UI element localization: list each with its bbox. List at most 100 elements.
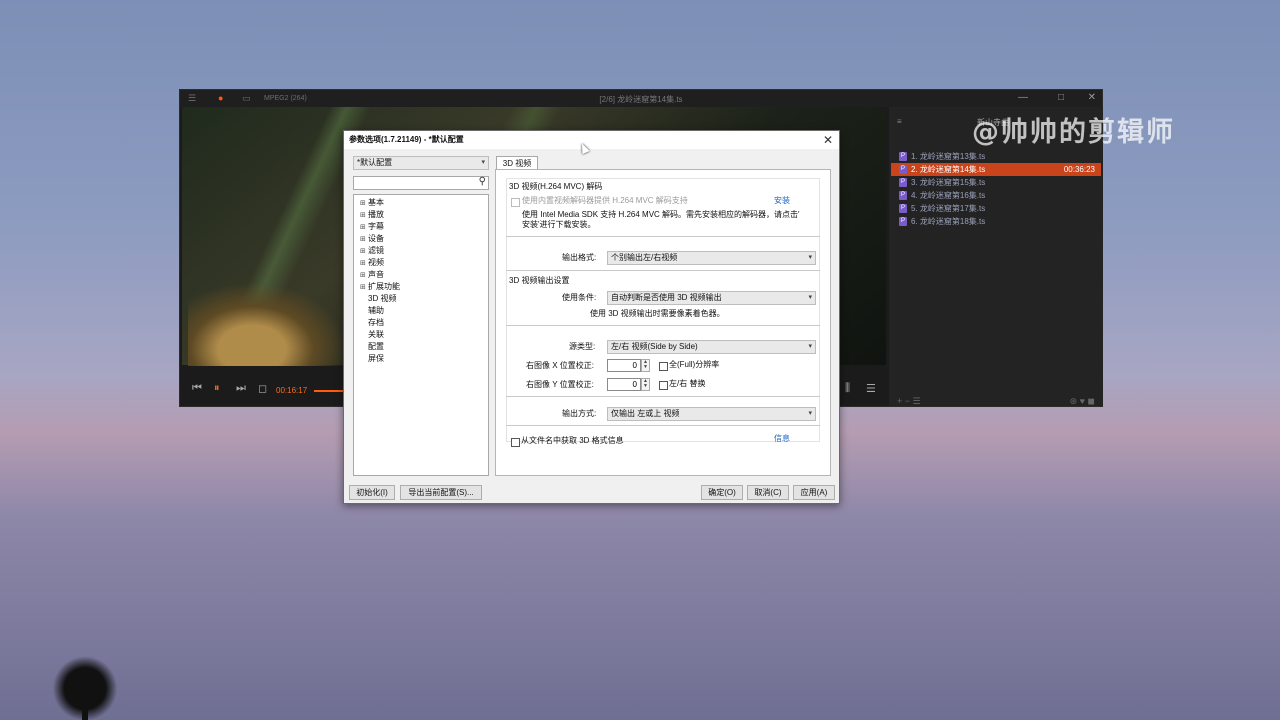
player-title: [2/6] 龙岭迷窟第14集.ts bbox=[599, 95, 683, 104]
playlist-items: P 1. 龙岭迷窟第13集.ts P 2. 龙岭迷窟第14集.ts 00:36:23 … bbox=[891, 150, 1101, 228]
stop-icon[interactable]: ◻ bbox=[258, 382, 267, 395]
list-item-label: 1. 龙岭迷窟第13集.ts bbox=[911, 152, 986, 161]
divider bbox=[506, 396, 820, 397]
right-x-stepper[interactable]: ▲ ▼ bbox=[641, 359, 650, 372]
source-type-label: 源类型: bbox=[569, 342, 596, 351]
list-item-label: 6. 龙岭迷窟第18集.ts bbox=[911, 217, 986, 226]
dialog-titlebar: 参数选项(1.7.21149) - *默认配置 ✕ bbox=[344, 131, 839, 149]
tree-item-association[interactable]: 关联 bbox=[360, 329, 384, 341]
video-figure bbox=[188, 282, 348, 366]
output-format-value: 个别输出左/右视频 bbox=[611, 253, 678, 262]
playlist-panel: ≡ 新山寺曲 P 1. 龙岭迷窟第13集.ts P 2. 龙岭迷窟第14集.ts 00… bbox=[889, 107, 1103, 406]
section-title: 3D 视频(H.264 MVC) 解码 bbox=[509, 182, 603, 191]
use-builtin-checkbox[interactable] bbox=[511, 198, 520, 207]
list-item[interactable]: P 2. 龙岭迷窟第14集.ts 00:36:23 bbox=[891, 163, 1101, 176]
tree-trunk bbox=[82, 690, 88, 720]
tree-item-archive[interactable]: 存档 bbox=[360, 317, 384, 329]
chevron-down-icon: ▾ bbox=[808, 254, 812, 261]
info-link[interactable]: 信息 bbox=[774, 434, 790, 444]
tree-item-3d-video[interactable]: 3D 视频 bbox=[360, 293, 396, 305]
list-item-label: 5. 龙岭迷窟第17集.ts bbox=[911, 204, 986, 213]
tree-item-config[interactable]: 配置 bbox=[360, 341, 384, 353]
use-condition-label: 使用条件: bbox=[562, 293, 597, 302]
right-y-stepper[interactable]: ▲ ▼ bbox=[641, 378, 650, 391]
intel-note-line2: 安装'进行下载安装。 bbox=[522, 220, 596, 229]
source-type-value: 左/右 视频(Side by Side) bbox=[611, 342, 698, 351]
current-time: 00:16:17 bbox=[276, 386, 308, 395]
settings-page: 3D 视频(H.264 MVC) 解码 使用内置视频解码器提供 H.264 MV… bbox=[495, 169, 831, 476]
previous-icon[interactable]: ⏮ bbox=[192, 382, 202, 395]
tree-item-assist[interactable]: 辅助 bbox=[360, 305, 384, 317]
list-item-label: 4. 龙岭迷窟第16集.ts bbox=[911, 191, 986, 200]
tree-item-screensaver[interactable]: 屏保 bbox=[360, 353, 384, 365]
install-link[interactable]: 安装 bbox=[774, 196, 790, 206]
profile-select[interactable]: *默认配置 ▾ bbox=[353, 156, 489, 170]
output-method-value: 仅输出 左或上 视频 bbox=[611, 409, 680, 418]
playlist-footer-icons[interactable]: ⊛ ♥ ◼ bbox=[1070, 396, 1095, 407]
tab-3d-video[interactable]: 3D 视频 bbox=[496, 156, 538, 170]
init-button[interactable]: 初始化(I) bbox=[349, 485, 395, 500]
cancel-button[interactable]: 取消(C) bbox=[747, 485, 789, 500]
playlist-header[interactable]: ≡ bbox=[897, 117, 902, 126]
equalizer-icon[interactable]: ⫼ bbox=[845, 382, 850, 395]
from-filename-checkbox[interactable] bbox=[511, 438, 520, 447]
right-x-input[interactable]: 0 bbox=[607, 359, 641, 372]
swap-lr-label: 左/右 替换 bbox=[669, 379, 706, 388]
chevron-down-icon: ▾ bbox=[808, 410, 812, 417]
next-icon[interactable]: ⏭ bbox=[236, 382, 246, 395]
search-input[interactable]: ⚲ bbox=[353, 176, 489, 190]
output-method-label: 输出方式: bbox=[562, 409, 597, 418]
player-titlebar: ☰ ● ▭ MPEG2 (264) [2/6] 龙岭迷窟第14集.ts — □ … bbox=[180, 90, 1102, 107]
close-icon[interactable]: ✕ bbox=[823, 131, 833, 149]
divider bbox=[506, 236, 820, 237]
close-icon[interactable]: ✕ bbox=[1088, 92, 1096, 103]
list-item[interactable]: P 5. 龙岭迷窟第17集.ts bbox=[891, 202, 1101, 215]
file-badge-icon: P bbox=[899, 178, 907, 187]
source-type-select[interactable]: 左/右 视频(Side by Side) ▾ bbox=[607, 340, 816, 354]
file-badge-icon: P bbox=[899, 217, 907, 226]
list-item[interactable]: P 1. 龙岭迷窟第13集.ts bbox=[891, 150, 1101, 163]
file-badge-icon: P bbox=[899, 191, 907, 200]
use-condition-select[interactable]: 自动判断是否使用 3D 视频输出 ▾ bbox=[607, 291, 816, 305]
section-title: 3D 视频输出设置 bbox=[509, 276, 570, 285]
file-badge-icon: P bbox=[899, 165, 907, 174]
dialog-title: 参数选项(1.7.21149) - *默认配置 bbox=[349, 135, 464, 144]
export-config-button[interactable]: 导出当前配置(S)... bbox=[400, 485, 482, 500]
right-y-input[interactable]: 0 bbox=[607, 378, 641, 391]
playlist-toggle-icon[interactable]: ☰ bbox=[866, 382, 876, 395]
minimize-icon[interactable]: — bbox=[1018, 92, 1028, 103]
file-badge-icon: P bbox=[899, 152, 907, 161]
chevron-down-icon: ▾ bbox=[808, 294, 812, 301]
profile-value: *默认配置 bbox=[357, 158, 393, 167]
watermark: @帅帅的剪辑师 bbox=[972, 117, 1175, 148]
right-y-label: 右图像 Y 位置校正: bbox=[526, 380, 594, 389]
use-builtin-label: 使用内置视频解码器提供 H.264 MVC 解码支持 bbox=[522, 196, 688, 205]
full-res-checkbox[interactable] bbox=[659, 362, 668, 371]
list-item-duration: 00:36:23 bbox=[1063, 165, 1095, 174]
apply-button[interactable]: 应用(A) bbox=[793, 485, 835, 500]
output-format-select[interactable]: 个别输出左/右视频 ▾ bbox=[607, 251, 816, 265]
swap-lr-checkbox[interactable] bbox=[659, 381, 668, 390]
list-item-label: 3. 龙岭迷窟第15集.ts bbox=[911, 178, 986, 187]
list-item[interactable]: P 6. 龙岭迷窟第18集.ts bbox=[891, 215, 1101, 228]
from-filename-label: 从文件名中获取 3D 格式信息 bbox=[521, 436, 624, 445]
search-icon[interactable]: ⚲ bbox=[479, 176, 486, 187]
list-item-label: 2. 龙岭迷窟第14集.ts bbox=[911, 165, 986, 174]
divider bbox=[506, 425, 820, 426]
divider bbox=[506, 325, 820, 326]
list-item[interactable]: P 3. 龙岭迷窟第15集.ts bbox=[891, 176, 1101, 189]
ok-button[interactable]: 确定(O) bbox=[701, 485, 743, 500]
use-condition-value: 自动判断是否使用 3D 视频输出 bbox=[611, 293, 722, 302]
output-method-select[interactable]: 仅输出 左或上 视频 ▾ bbox=[607, 407, 816, 421]
right-x-label: 右图像 X 位置校正: bbox=[526, 361, 595, 370]
chevron-down-icon: ▾ bbox=[481, 159, 485, 166]
progress-bar[interactable] bbox=[314, 390, 344, 392]
pause-icon[interactable]: ⏸ bbox=[214, 382, 220, 395]
output-format-label: 输出格式: bbox=[562, 253, 597, 262]
maximize-icon[interactable]: □ bbox=[1058, 92, 1064, 103]
divider bbox=[506, 270, 820, 271]
playlist-footer-tools[interactable]: + − ☰ bbox=[897, 396, 921, 407]
preferences-dialog: 参数选项(1.7.21149) - *默认配置 ✕ *默认配置 ▾ ⚲ ⊞ 基本 … bbox=[343, 130, 840, 504]
list-item[interactable]: P 4. 龙岭迷窟第16集.ts bbox=[891, 189, 1101, 202]
settings-tree: ⊞ 基本 ⊞ 播放 ⊞ 字幕 ⊞ 设备 ⊞ 滤镜 ⊞ 视频 ⊞ 声音 ⊞ 扩展功能 3D 视频 … bbox=[353, 194, 489, 476]
